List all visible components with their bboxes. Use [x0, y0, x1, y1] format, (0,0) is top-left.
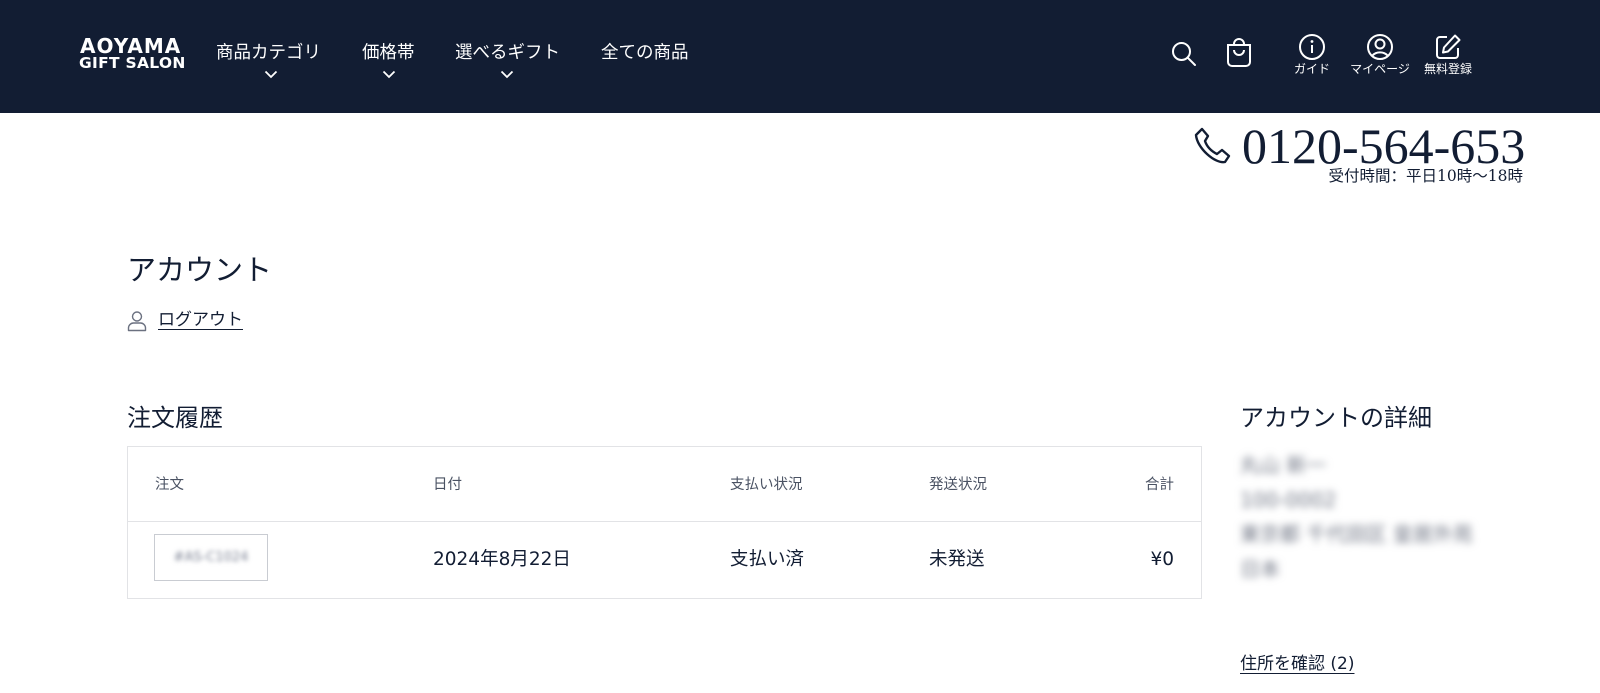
business-hours: 受付時間：平日10時〜18時: [1328, 167, 1523, 185]
register-label: 無料登録: [1423, 62, 1472, 76]
postal-code: 100-0002: [1240, 488, 1337, 512]
order-number: #AS-C1024: [173, 550, 249, 565]
column-header-fulfillment: 発送状況: [929, 477, 987, 493]
guide-label: ガイド: [1293, 62, 1330, 76]
nav-item-categories[interactable]: 商品カテゴリ: [216, 40, 321, 79]
order-total: ¥0: [1150, 549, 1174, 570]
person-icon: [127, 311, 147, 332]
logo-line-2: GIFT SALON: [79, 54, 186, 72]
edit-icon: [1436, 34, 1461, 59]
nav-item-price-range[interactable]: 価格帯: [362, 40, 415, 79]
nav-label: 全ての商品: [601, 43, 689, 63]
fulfillment-status: 未発送: [929, 549, 985, 570]
column-header-payment: 支払い状況: [730, 477, 803, 493]
order-number-button[interactable]: #AS-C1024: [154, 534, 268, 581]
column-header-date: 日付: [433, 477, 462, 493]
register-button[interactable]: 無料登録: [1420, 33, 1476, 81]
payment-status: 支払い済: [730, 549, 805, 570]
country: 日本: [1240, 557, 1280, 581]
mypage-label: マイページ: [1350, 62, 1410, 76]
phone-icon: [1194, 127, 1231, 164]
order-history-table: 注文 日付 支払い状況 発送状況 合計 #AS-C1024 2024年8月22日…: [127, 446, 1202, 599]
nav-item-choice-gift[interactable]: 選べるギフト: [455, 40, 560, 79]
logout-label: ログアウト: [158, 310, 243, 330]
site-header: AOYAMA GIFT SALON 商品カテゴリ 価格帯 選べるギフト 全ての商…: [0, 0, 1600, 113]
nav-item-all-products[interactable]: 全ての商品: [601, 40, 689, 66]
search-button[interactable]: [1170, 40, 1198, 68]
chevron-down-icon: [264, 70, 278, 79]
column-header-order: 注文: [155, 477, 184, 493]
view-addresses-link[interactable]: 住所を確認 (2): [1240, 652, 1354, 676]
account-icon: [1367, 34, 1393, 60]
logo-line-1: AOYAMA: [80, 34, 182, 58]
table-divider: [128, 521, 1201, 522]
nav-label: 選べるギフト: [455, 43, 560, 63]
mypage-button[interactable]: マイページ: [1347, 33, 1413, 81]
cart-button[interactable]: [1225, 38, 1253, 68]
street-address: 東京都 千代田区 皇居外苑: [1240, 522, 1473, 546]
page-title: アカウント: [127, 253, 273, 287]
cart-icon: [1227, 38, 1251, 67]
chevron-down-icon: [382, 70, 396, 79]
guide-button[interactable]: ガイド: [1292, 33, 1332, 81]
order-history-title: 注文履歴: [127, 404, 223, 432]
info-icon: [1299, 34, 1325, 60]
contact-phone: 0120-564-653 受付時間：平日10時〜18時: [1190, 118, 1525, 188]
chevron-down-icon: [500, 70, 514, 79]
order-date: 2024年8月22日: [433, 549, 571, 570]
column-header-total: 合計: [1145, 477, 1174, 493]
customer-name: 丸山 新一: [1240, 453, 1327, 477]
search-icon: [1172, 42, 1196, 66]
site-logo[interactable]: AOYAMA GIFT SALON: [79, 36, 191, 72]
nav-label: 価格帯: [362, 43, 415, 63]
nav-label: 商品カテゴリ: [216, 43, 321, 63]
logout-link[interactable]: ログアウト: [127, 308, 257, 336]
account-details-title: アカウントの詳細: [1240, 404, 1432, 432]
